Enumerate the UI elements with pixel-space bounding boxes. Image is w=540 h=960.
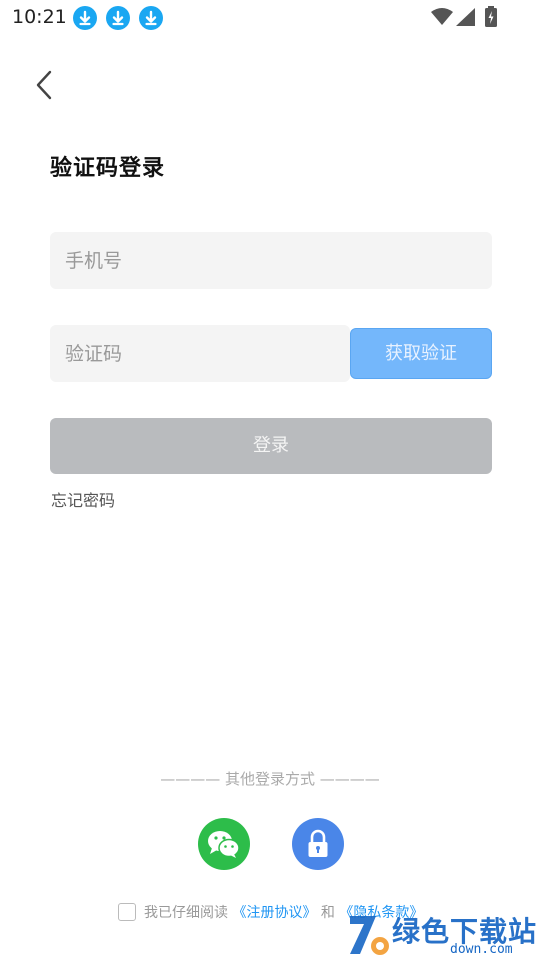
- download-badge-icon: [139, 6, 163, 30]
- watermark-logo: 绿色下载站 down.com: [346, 908, 540, 960]
- other-login-divider: ———— 其他登录方式 ————: [160, 770, 380, 788]
- status-bar: 10:21: [0, 0, 540, 36]
- chevron-left-icon: [36, 70, 52, 100]
- wechat-icon: [208, 831, 240, 858]
- watermark-logo-icon: [350, 916, 389, 955]
- login-button[interactable]: 登录: [50, 418, 492, 474]
- download-badge-icon: [73, 6, 97, 30]
- battery-icon: [485, 6, 497, 27]
- wifi-icon: [431, 8, 453, 25]
- phone-input[interactable]: [50, 232, 492, 289]
- status-time: 10:21: [12, 6, 67, 28]
- terms-link[interactable]: 《注册协议》: [232, 905, 316, 921]
- back-button[interactable]: [28, 66, 62, 104]
- signal-icon: [456, 8, 475, 26]
- wechat-login-button[interactable]: [198, 818, 250, 870]
- get-code-button[interactable]: 获取验证: [350, 328, 492, 379]
- download-badge-icon: [106, 6, 130, 30]
- page-title: 验证码登录: [50, 156, 166, 181]
- agreement-prefix: 我已仔细阅读: [144, 905, 228, 921]
- verification-code-input[interactable]: [50, 325, 350, 382]
- agree-checkbox[interactable]: [118, 903, 136, 921]
- watermark-sub: down.com: [450, 942, 513, 957]
- lock-icon: [308, 829, 328, 857]
- password-login-button[interactable]: [292, 818, 344, 870]
- forgot-password-link[interactable]: 忘记密码: [51, 487, 115, 511]
- agreement-and: 和: [320, 905, 335, 921]
